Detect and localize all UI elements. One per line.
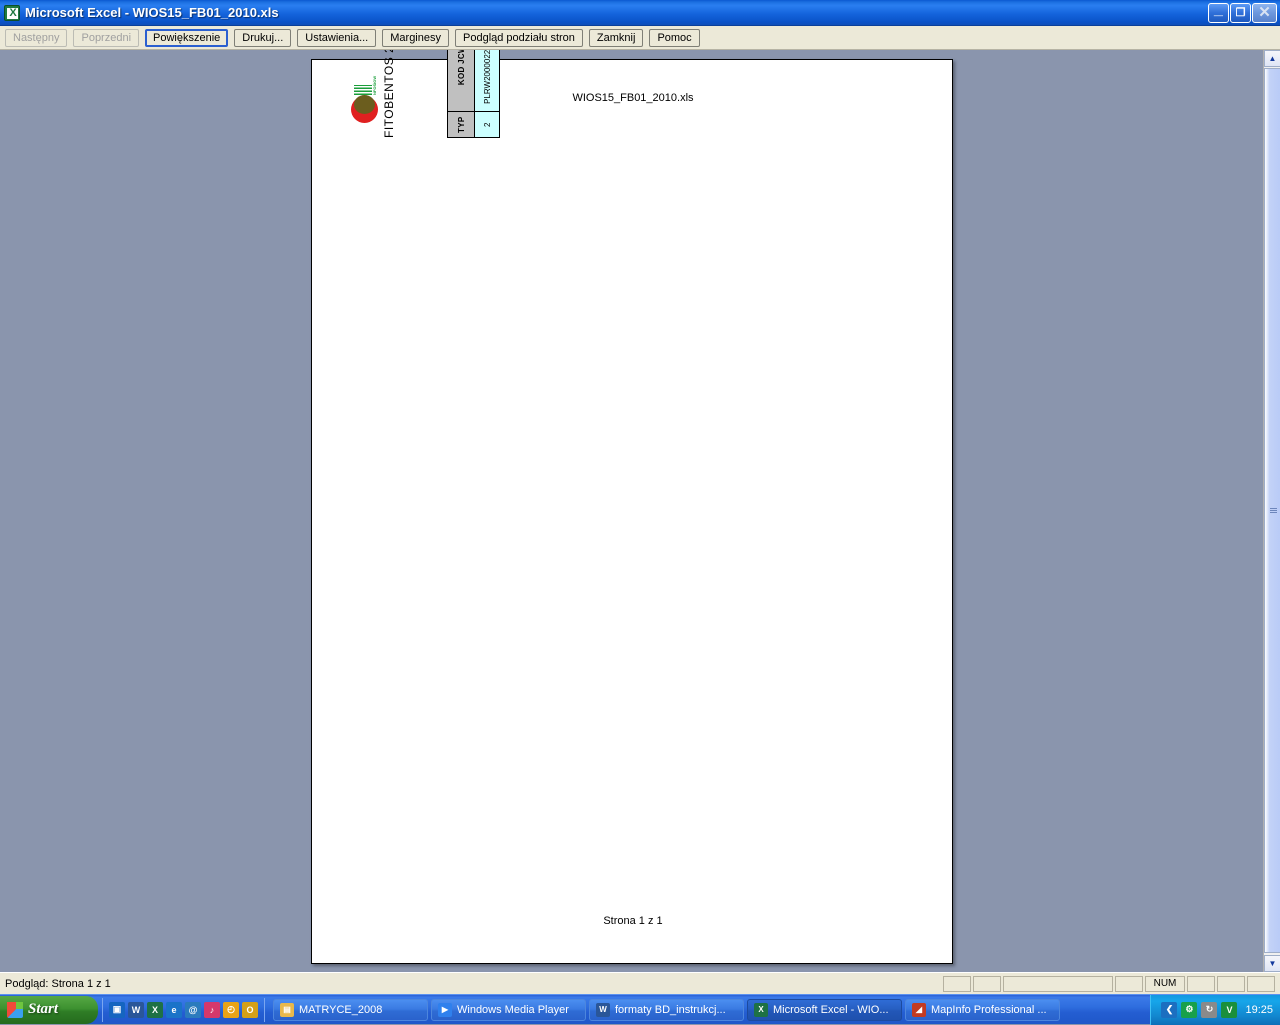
print-preview-toolbar: Następny Poprzedni Powiększenie Drukuj... Us… xyxy=(0,26,1280,50)
page-break-preview-button[interactable]: Podgląd podziału stron xyxy=(455,28,583,47)
nfosigw-logo: NFOŚiGW xyxy=(348,75,382,123)
taskbar-item-label: Windows Media Player xyxy=(457,1003,569,1016)
word-icon[interactable]: W xyxy=(128,1001,144,1018)
word-icon: W xyxy=(596,1002,610,1017)
tray-icons: ❮ ⚙ ↻ V xyxy=(1161,1001,1238,1018)
taskbar-item-label: MATRYCE_2008 xyxy=(299,1003,383,1016)
minimize-icon: _ xyxy=(1214,0,1223,18)
status-cell xyxy=(1187,975,1215,992)
measurement-table: TYPKOD JCWPKOD MSNAZWA RZEKISTANOWISKODA… xyxy=(447,50,500,138)
restore-icon: ❐ xyxy=(1235,6,1246,19)
excel-app-icon xyxy=(4,4,21,21)
network-icon[interactable]: ⚙ xyxy=(1181,1001,1198,1018)
taskbar-item[interactable]: Wformaty BD_instrukcj... xyxy=(589,998,744,1021)
table-data-cell: 2 xyxy=(474,111,500,138)
vertical-scrollbar[interactable]: ▲ ▼ xyxy=(1263,50,1280,972)
table-row: 2PLRW20000221412 29PLD1S1901_1837BIAŁY D… xyxy=(474,50,500,138)
status-cell xyxy=(1115,975,1143,992)
status-bar: Podgląd: Strona 1 z 1 NUM xyxy=(0,972,1280,994)
taskbar-item[interactable]: ◢ MapInfo Professional ... xyxy=(905,998,1060,1021)
sync-icon[interactable]: ↻ xyxy=(1201,1001,1218,1018)
opera-icon[interactable]: O xyxy=(242,1001,258,1018)
window-title: Microsoft Excel - WIOS15_FB01_2010.xls xyxy=(25,5,279,20)
preview-page: WIOS15_FB01_2010.xls FITOBENTOS 2010WIOS… xyxy=(311,50,953,964)
taskbar-item[interactable]: X Microsoft Excel - WIO... xyxy=(747,998,902,1021)
page-setup-button[interactable]: Ustawienia... xyxy=(297,28,377,47)
windows-taskbar: Start ▣ W Xe @ ♪ ◴ O ▤ MATRYCE_2008 ▶ Windows Med… xyxy=(0,994,1280,1025)
close-button[interactable]: ✕ xyxy=(1252,2,1277,23)
table-header-cell: KOD JCWP xyxy=(447,50,475,112)
minimize-button[interactable]: _ xyxy=(1208,0,1229,23)
status-cell xyxy=(943,975,971,992)
status-cell xyxy=(1003,975,1113,992)
help-button[interactable]: Pomoc xyxy=(649,28,700,47)
next-page-button: Następny xyxy=(5,28,68,47)
taskbar-item-label: Microsoft Excel - WIO... xyxy=(773,1003,889,1016)
scrollbar-thumb[interactable] xyxy=(1264,68,1280,953)
table-data-cell: PLRW20000221412 29 xyxy=(474,50,500,112)
nfosigw-logo-label: NFOŚiGW xyxy=(372,75,377,95)
restore-button[interactable]: ❐ xyxy=(1230,2,1251,23)
media-player-icon: ▶ xyxy=(438,1002,452,1017)
mapinfo-icon: ◢ xyxy=(912,1002,926,1017)
status-indicator-cells: NUM xyxy=(943,975,1280,992)
nfosigw-bars-shape xyxy=(354,85,372,95)
media-key-icon[interactable]: ♪ xyxy=(204,1001,220,1018)
page-footer-text: Strona 1 z 1 xyxy=(603,915,663,927)
status-text: Podgląd: Strona 1 z 1 xyxy=(5,977,111,990)
window-title-bar: Microsoft Excel - WIOS15_FB01_2010.xls _… xyxy=(0,0,1280,26)
zoom-button[interactable]: Powiększenie xyxy=(145,28,229,47)
taskbar-item-label: MapInfo Professional ... xyxy=(931,1003,1047,1016)
taskbar-item[interactable]: ▤ MATRYCE_2008 xyxy=(273,998,428,1021)
taskbar-item-label: formaty BD_instrukcj... xyxy=(615,1003,726,1016)
clock-icon[interactable]: ◴ xyxy=(223,1001,239,1018)
start-button-label: Start xyxy=(28,1001,59,1017)
status-cell xyxy=(973,975,1001,992)
table-header-row: TYPKOD JCWPKOD MSNAZWA RZEKISTANOWISKODA… xyxy=(447,50,475,138)
scroll-up-icon[interactable]: ▲ xyxy=(1264,50,1280,67)
report-title-segment-0: FITOBENTOS 2010 xyxy=(382,50,396,138)
excel-icon: X xyxy=(754,1002,768,1017)
system-tray: ❮ ⚙ ↻ V 19:25 xyxy=(1150,994,1280,1025)
show-hidden-icons-icon[interactable]: ❮ xyxy=(1161,1001,1178,1018)
internet-explorer-icon[interactable]: e xyxy=(166,1001,182,1018)
previous-page-button: Poprzedni xyxy=(73,28,140,47)
report-title: FITOBENTOS 2010WIOS 15MAŁOPOLSKI xyxy=(382,50,400,138)
status-cell-num: NUM xyxy=(1145,975,1185,992)
folder-icon: ▤ xyxy=(280,1002,294,1017)
status-cell xyxy=(1217,975,1245,992)
windows-flag-icon xyxy=(7,1001,23,1018)
close-icon: ✕ xyxy=(1258,3,1271,21)
antivirus-icon[interactable]: V xyxy=(1221,1001,1238,1018)
print-preview-canvas[interactable]: WIOS15_FB01_2010.xls FITOBENTOS 2010WIOS… xyxy=(0,50,1280,972)
start-button[interactable]: Start xyxy=(0,995,98,1024)
window-controls: _ ❐ ✕ xyxy=(1208,0,1280,23)
close-preview-button[interactable]: Zamknij xyxy=(588,28,644,47)
table-header-cell: TYP xyxy=(447,111,475,138)
scroll-down-icon[interactable]: ▼ xyxy=(1264,955,1280,972)
taskbar-clock: 19:25 xyxy=(1245,1003,1273,1016)
excel-icon[interactable]: X xyxy=(147,1001,163,1018)
print-button[interactable]: Drukuj... xyxy=(234,28,292,47)
quick-launch-bar: ▣ W Xe @ ♪ ◴ O xyxy=(102,997,265,1022)
taskbar-item[interactable]: ▶ Windows Media Player xyxy=(431,998,586,1021)
outlook-express-icon[interactable]: @ xyxy=(185,1001,201,1018)
status-cell xyxy=(1247,975,1275,992)
margins-button[interactable]: Marginesy xyxy=(382,28,449,47)
show-desktop-icon[interactable]: ▣ xyxy=(109,1001,125,1018)
task-buttons: ▤ MATRYCE_2008 ▶ Windows Media Player Wforma… xyxy=(273,998,1060,1021)
nfosigw-leaf-shape xyxy=(354,95,375,114)
